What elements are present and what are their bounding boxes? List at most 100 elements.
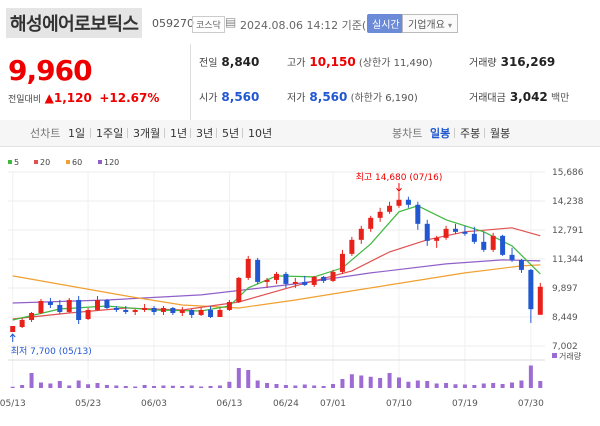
stat-label: 시가 <box>199 93 218 104</box>
candle-body <box>377 211 383 218</box>
candle-body <box>104 299 110 308</box>
stat-low: 저가 8,560 (하한가 6,190) <box>287 89 418 104</box>
low-annotation: 최저 7,700 (05/13) <box>11 346 92 357</box>
candle-monthly[interactable]: 월봉 <box>490 125 510 141</box>
volume-bar <box>255 380 260 388</box>
stat-open: 시가 8,560 <box>199 89 259 104</box>
volume-bar <box>444 383 449 388</box>
volume-bar <box>180 386 185 388</box>
volume-bar <box>76 380 81 388</box>
candle-body <box>123 309 129 312</box>
volume-bar <box>142 385 147 388</box>
volume-bar <box>491 383 496 388</box>
x-tick-label: 05/23 <box>75 399 101 409</box>
realtime-button[interactable]: 실시간 <box>367 14 405 33</box>
candle-body <box>321 276 327 281</box>
volume-bar <box>510 382 515 388</box>
volume-bar <box>57 381 62 388</box>
separator <box>454 128 455 138</box>
legend-swatch <box>8 160 12 164</box>
separator <box>127 128 128 138</box>
volume-bar <box>283 385 288 388</box>
stock-code: 059270 <box>152 17 194 30</box>
volume-bar <box>29 373 34 388</box>
volume-bar <box>217 385 222 388</box>
y-tick-label: 7,002 <box>552 342 578 352</box>
high-annotation: 최고 14,680 (07/16) <box>356 172 443 183</box>
candle-body <box>19 319 25 328</box>
candle-body <box>217 309 223 317</box>
volume-bar <box>123 386 128 388</box>
period-3y[interactable]: 3년 <box>196 125 213 141</box>
x-tick-label: 07/01 <box>320 399 346 409</box>
stat-label: 거래량 <box>469 58 497 69</box>
volume-bar <box>48 383 53 388</box>
separator <box>164 128 165 138</box>
candle-body <box>481 241 487 250</box>
volume-bar <box>67 385 72 388</box>
legend-label: 20 <box>40 158 50 167</box>
period-3m[interactable]: 3개월 <box>133 125 160 141</box>
candle-body <box>292 281 298 284</box>
volume-bar <box>236 368 241 388</box>
separator <box>90 128 91 138</box>
market-badge: 코스닥 <box>192 16 225 33</box>
x-tick-label: 06/03 <box>141 399 167 409</box>
candle-body <box>509 254 515 260</box>
volume-bar <box>368 376 373 388</box>
candle-body <box>236 277 242 302</box>
period-1y[interactable]: 1년 <box>170 125 187 141</box>
volume-bar <box>387 373 392 388</box>
y-tick-label: 8,449 <box>552 313 578 323</box>
volume-bar <box>528 365 533 388</box>
volume-bar <box>425 381 430 388</box>
candle-body <box>179 309 185 313</box>
stat-value: 8,560 <box>221 90 260 104</box>
x-tick-label: 07/10 <box>386 399 412 409</box>
volume-bar <box>538 381 543 388</box>
company-overview-button[interactable]: 기업개요 ▾ <box>402 14 459 33</box>
volume-bar <box>453 384 458 388</box>
volume-bar <box>133 386 138 388</box>
volume-bar <box>189 385 194 388</box>
candle-body <box>274 273 279 280</box>
candle-body <box>245 258 251 278</box>
up-arrow-icon: ▲ <box>44 91 54 105</box>
volume-bar <box>86 384 91 388</box>
stock-header: 해성에어로보틱스 059270 코스닥 ▤ 2024.08.06 14:12 기… <box>0 0 600 44</box>
volume-bar <box>481 383 486 388</box>
period-10y[interactable]: 10년 <box>248 125 272 141</box>
candle-body <box>518 259 524 270</box>
candle-body <box>415 204 421 224</box>
candle-body <box>443 228 449 238</box>
volume-bar <box>170 385 175 388</box>
legend-label: 5 <box>14 158 19 167</box>
candle-body <box>47 301 53 305</box>
stat-label: 전일 <box>199 58 218 69</box>
volume-bar <box>472 385 477 388</box>
volume-bar <box>104 385 109 388</box>
volume-bar <box>378 378 383 388</box>
company-overview-label: 기업개요 <box>408 20 445 31</box>
candle-weekly[interactable]: 주봉 <box>460 125 480 141</box>
candle-body <box>208 309 214 317</box>
period-5y[interactable]: 5년 <box>222 125 239 141</box>
volume-bar <box>462 384 467 388</box>
volume-bar <box>359 375 364 388</box>
x-tick-label: 06/13 <box>216 399 242 409</box>
lower-limit: (하한가 6,190) <box>350 93 418 104</box>
change-amount: 1,120 <box>53 91 92 105</box>
candle-body <box>405 199 411 205</box>
volume-bar <box>312 385 317 388</box>
volume-bar <box>95 383 100 388</box>
legend-swatch <box>66 160 70 164</box>
stat-value: 8,840 <box>221 55 260 69</box>
period-1w[interactable]: 1주일 <box>96 125 123 141</box>
volume-bar <box>246 370 251 388</box>
volume-bar <box>152 386 157 388</box>
volume-bar <box>227 381 232 388</box>
candle-daily[interactable]: 일봉 <box>430 125 450 141</box>
period-1d[interactable]: 1일 <box>68 125 85 141</box>
candle-body <box>396 199 402 206</box>
x-tick-label: 06/24 <box>273 399 299 409</box>
